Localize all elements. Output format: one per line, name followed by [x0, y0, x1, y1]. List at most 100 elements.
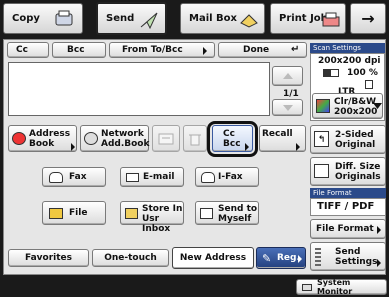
file-format-button[interactable]: File Format — [310, 219, 386, 239]
arrow-right-icon — [377, 226, 381, 234]
ifax-button[interactable]: I-Fax — [195, 167, 259, 187]
store-text: Store In Usr Inbox — [142, 204, 183, 234]
tab-new-address-label: New Address — [179, 253, 247, 263]
bcc-tab[interactable]: Bcc — [52, 42, 106, 58]
register-label: Reg. — [277, 253, 300, 263]
cc-bcc-label-line1: Cc — [223, 129, 235, 139]
copy-icon — [54, 9, 74, 29]
color-mode-icon — [316, 99, 330, 113]
recall-button[interactable]: Recall — [259, 125, 306, 152]
density-icon — [323, 69, 339, 77]
file-button[interactable]: File — [42, 201, 106, 225]
store-label-line1: Store In — [142, 204, 183, 214]
send-myself-label-line1: Send to — [218, 204, 258, 214]
tab-onetouch[interactable]: One-touch — [92, 249, 169, 267]
address-book-label-line1: Address — [29, 129, 71, 139]
file-format-header: File Format — [310, 188, 386, 198]
color-mode-button[interactable]: Clr/B&W 200x200 — [312, 93, 383, 119]
fax-icon — [49, 172, 63, 183]
send-myself-label-line2: Myself — [218, 214, 252, 224]
enter-icon: ↵ — [291, 44, 300, 55]
from-to-bcc-label: From To/Bcc — [122, 45, 183, 55]
send-icon — [138, 9, 160, 31]
delete-button — [183, 125, 207, 152]
diff-size-label-line2: Originals — [335, 172, 381, 182]
send-settings-text: Send Settings — [335, 247, 377, 267]
two-sided-label-line2: Original — [335, 140, 376, 150]
email-label: E-mail — [143, 172, 175, 182]
from-to-bcc-button[interactable]: From To/Bcc — [109, 42, 215, 58]
cc-tab[interactable]: Cc — [7, 42, 49, 58]
trash-icon — [189, 134, 201, 145]
register-button[interactable]: ✎ Reg. — [256, 247, 306, 269]
cc-bcc-text: Cc Bcc — [223, 129, 241, 149]
mailbox-icon — [239, 9, 259, 29]
tab-send[interactable]: Send — [96, 2, 167, 35]
network-text: Network Add.Book — [101, 129, 149, 149]
tab-printjob[interactable]: Print Job — [270, 3, 346, 34]
inbox-icon — [125, 208, 138, 219]
fax-label: Fax — [69, 172, 87, 182]
next-arrow-button[interactable]: → — [350, 3, 386, 34]
address-book-button[interactable]: Address Book — [8, 125, 77, 152]
cc-bcc-button[interactable]: Cc Bcc — [212, 125, 253, 152]
address-book-icon — [12, 132, 26, 145]
arrow-right-icon — [377, 259, 381, 267]
printer-icon — [321, 11, 341, 29]
send-settings-label-line1: Send — [335, 247, 361, 257]
tab-copy[interactable]: Copy — [3, 3, 83, 34]
diff-size-label-line1: Diff. Size — [335, 162, 381, 172]
tab-send-label: Send — [106, 13, 135, 24]
color-mode-text: Clr/B&W 200x200 — [334, 97, 377, 117]
network-icon — [84, 132, 98, 145]
two-sided-original-button[interactable]: ↰ 2-Sided Original — [310, 125, 386, 154]
store-in-user-inbox-button[interactable]: Store In Usr Inbox — [120, 201, 184, 234]
recall-label: Recall — [262, 129, 293, 139]
scroll-down-button[interactable] — [272, 99, 303, 116]
grip-icon — [315, 248, 321, 266]
register-address-button — [152, 125, 180, 152]
send-myself-text: Send to Myself — [218, 204, 257, 224]
arrow-right-icon — [245, 143, 249, 151]
email-button[interactable]: E-mail — [120, 167, 184, 187]
two-sided-label-line1: 2-Sided — [335, 130, 374, 140]
address-book-label-line2: Book — [29, 139, 55, 149]
address-card-icon — [158, 133, 174, 144]
tab-favorites[interactable]: Favorites — [8, 249, 89, 267]
color-mode-line1: Clr/B&W — [334, 97, 377, 107]
send-settings-button[interactable]: Send Settings — [310, 242, 386, 271]
portrait-page-icon — [365, 80, 373, 89]
diff-size-originals-button[interactable]: Diff. Size Originals — [310, 157, 386, 186]
network-label-line1: Network — [101, 129, 144, 139]
ifax-icon — [201, 172, 215, 183]
dropdown-arrow-icon — [373, 103, 382, 109]
done-button[interactable]: Done ↵ — [218, 42, 307, 58]
tab-mailbox[interactable]: Mail Box — [180, 3, 265, 34]
arrow-up-icon — [282, 73, 293, 79]
paper-size-row: LTR — [338, 79, 383, 97]
done-label: Done — [243, 45, 270, 55]
system-monitor-button[interactable]: System Monitor — [296, 278, 387, 296]
send-to-myself-button[interactable]: Send to Myself — [195, 201, 259, 225]
network-address-book-button[interactable]: Network Add.Book — [80, 125, 149, 152]
arrow-down-icon — [282, 104, 293, 111]
cc-tab-label: Cc — [16, 45, 28, 55]
tab-favorites-label: Favorites — [24, 253, 73, 263]
diff-size-icon — [314, 164, 329, 178]
arrow-right-icon — [296, 143, 300, 151]
arrow-right-icon — [71, 143, 75, 151]
fax-button[interactable]: Fax — [42, 167, 106, 187]
scroll-up-button[interactable] — [272, 66, 303, 86]
resolution-value: 200x200 dpi — [318, 56, 381, 66]
zoom-row: 100 % — [323, 68, 383, 78]
tab-new-address[interactable]: New Address — [172, 247, 254, 269]
system-monitor-label: System Monitor — [317, 278, 353, 296]
store-label-line2: Usr Inbox — [142, 214, 171, 234]
bcc-tab-label: Bcc — [67, 45, 85, 55]
two-sided-text: 2-Sided Original — [335, 130, 375, 150]
network-label-line2: Add.Book — [101, 139, 150, 149]
tab-mailbox-label: Mail Box — [189, 13, 237, 24]
destination-list[interactable] — [8, 62, 270, 116]
file-format-value: TIFF / PDF — [310, 198, 386, 216]
folder-icon — [49, 208, 63, 219]
